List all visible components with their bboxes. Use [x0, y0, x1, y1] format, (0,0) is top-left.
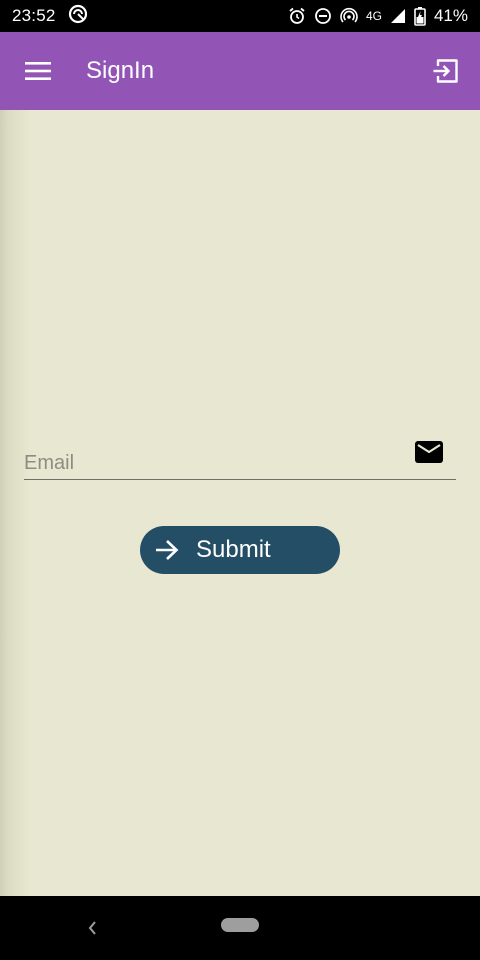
content-area: Submit — [0, 110, 480, 896]
envelope-icon — [415, 441, 443, 463]
menu-button[interactable] — [24, 57, 52, 85]
app-bar: SignIn — [0, 32, 480, 110]
battery-percent: 41% — [433, 6, 468, 25]
hotspot-icon — [340, 7, 358, 25]
exit-to-app-icon — [433, 59, 458, 83]
status-bar: 23:52 4G 41% — [0, 0, 480, 32]
alarm-icon — [288, 7, 306, 25]
home-pill[interactable] — [221, 918, 259, 932]
chevron-left-icon — [88, 921, 96, 935]
network-type: 4G — [365, 9, 382, 23]
signal-icon — [390, 8, 406, 24]
email-field[interactable] — [24, 434, 456, 480]
back-button[interactable] — [84, 918, 102, 938]
email-input[interactable] — [24, 449, 404, 477]
navigation-bar — [0, 896, 480, 960]
battery-icon — [414, 6, 426, 26]
hamburger-icon — [25, 62, 51, 80]
do-not-disturb-icon — [314, 7, 332, 25]
page-title: SignIn — [86, 57, 155, 84]
submit-button[interactable]: Submit — [140, 526, 340, 574]
sync-icon — [68, 4, 88, 29]
exit-button[interactable] — [432, 57, 460, 85]
status-time: 23:52 — [12, 6, 56, 25]
submit-label: Submit — [196, 536, 271, 563]
arrow-right-icon — [154, 537, 180, 563]
